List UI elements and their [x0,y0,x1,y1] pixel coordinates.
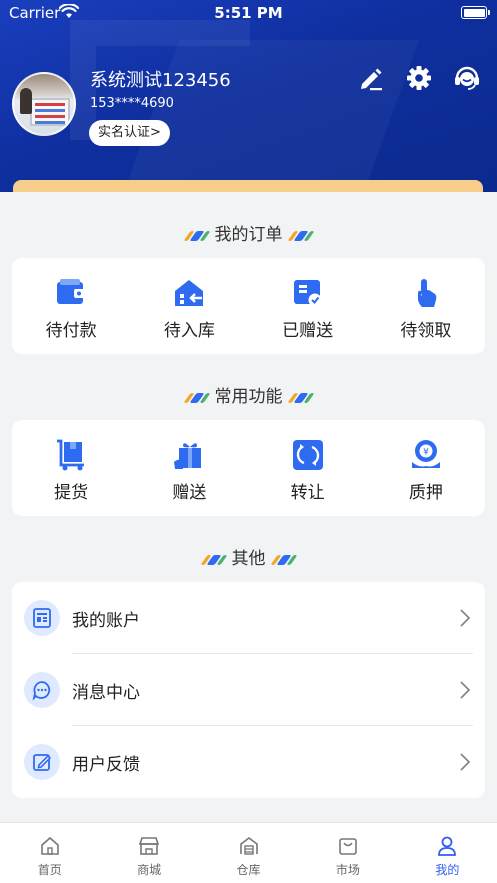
user-name: 系统测试123456 [90,70,231,91]
gift-icon [174,443,202,469]
feedback-edit-icon [33,754,52,771]
gift-card-icon [293,280,322,307]
list-item-my-account[interactable]: 我的账户 [12,582,485,654]
order-pending-claim[interactable]: 待领取 [367,258,485,354]
title-decoration [286,392,315,403]
orders-section-title: 我的订单 [0,220,497,245]
list-item-message-center[interactable]: 消息中心 [12,654,485,726]
list-item-label: 消息中心 [72,683,140,703]
function-transfer[interactable]: 转让 [249,420,367,516]
functions-card: 提货 赠送 转让 ¥ 质押 [12,420,485,516]
title-decoration [182,392,211,403]
real-name-verify-button[interactable]: 实名认证> [89,120,170,146]
status-bar: Carrier 5:51 PM [0,0,497,26]
tab-warehouse[interactable]: 仓库 [199,823,298,883]
function-gift[interactable]: 赠送 [130,420,248,516]
user-phone: 153****4690 [90,96,174,111]
chevron-right-icon [460,753,471,771]
hand-pointer-icon [417,279,437,307]
tab-home[interactable]: 首页 [0,823,99,883]
avatar[interactable] [12,72,76,136]
title-decoration [269,554,298,565]
market-bag-icon [339,838,357,855]
title-decoration [182,230,211,241]
battery-icon [461,6,490,19]
message-bubble-icon [32,681,51,701]
tab-store[interactable]: 商城 [99,823,198,883]
home-icon [40,836,59,855]
cart-box-icon [57,439,85,471]
function-pickup[interactable]: 提货 [12,420,130,516]
order-pending-payment[interactable]: 待付款 [12,258,130,354]
wallet-icon [57,279,87,304]
user-icon [438,836,457,856]
tab-mine[interactable]: 我的 [398,823,497,883]
others-card: 我的账户 消息中心 用户反馈 [12,582,485,798]
list-item-user-feedback[interactable]: 用户反馈 [12,726,485,798]
pledge-coin-icon: ¥ [411,440,440,468]
tab-market[interactable]: 市场 [298,823,397,883]
store-icon [138,837,160,855]
title-decoration [286,230,315,241]
profile-header: Carrier 5:51 PM 系统测试123456 153****4690 实… [0,0,497,192]
chevron-right-icon [460,609,471,627]
clock: 5:51 PM [214,4,283,22]
svg-text:¥: ¥ [423,448,429,458]
function-pledge[interactable]: ¥ 质押 [367,420,485,516]
transfer-icon [292,440,323,470]
house-in-icon [175,280,204,306]
warehouse-icon [239,837,258,855]
order-pending-storage[interactable]: 待入库 [130,258,248,354]
orders-card: 待付款 待入库 已赠送 待领取 [12,258,485,354]
list-item-label: 用户反馈 [72,755,140,775]
order-gifted[interactable]: 已赠送 [249,258,367,354]
bottom-tab-bar: 首页 商城 仓库 市场 我的 [0,822,497,883]
edit-pencil-icon[interactable] [357,64,385,92]
list-item-label: 我的账户 [72,611,140,631]
functions-section-title: 常用功能 [0,382,497,407]
others-section-title: 其他 [0,544,497,569]
chevron-right-icon [460,681,471,699]
customer-service-icon[interactable] [453,64,481,92]
title-decoration [199,554,228,565]
account-card-icon [33,608,51,628]
gear-icon[interactable] [405,64,433,92]
